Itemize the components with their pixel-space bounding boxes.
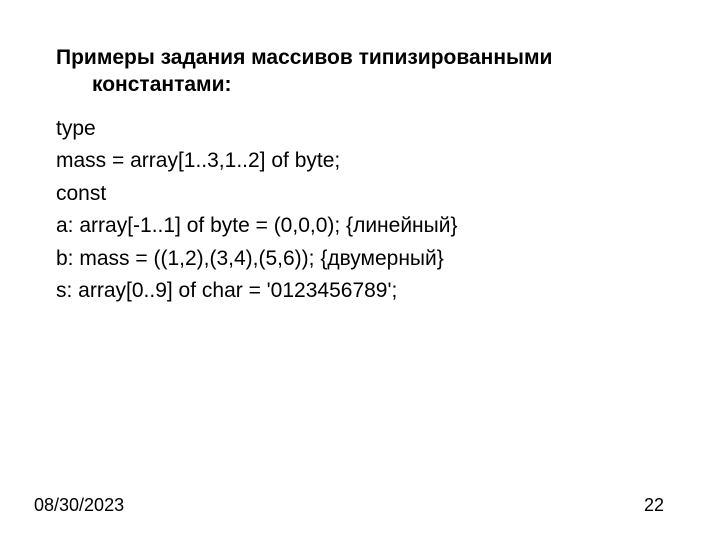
code-line-2: mass = array[1..3,1..2] of byte;	[56, 145, 664, 178]
heading-line-1: Примеры задания массивов типизированными	[56, 46, 552, 69]
code-line-5: b: mass = ((1,2),(3,4),(5,6)); {двумерны…	[56, 243, 664, 276]
footer-page-number: 22	[644, 495, 664, 516]
code-line-4: a: array[-1..1] of byte = (0,0,0); {лине…	[56, 210, 664, 243]
code-line-3: const	[56, 178, 664, 211]
code-line-6: s: array[0..9] of char = '0123456789';	[56, 275, 664, 308]
footer-date: 08/30/2023	[34, 495, 124, 516]
code-line-1: type	[56, 113, 664, 146]
slide-heading: Примеры задания массивов типизированными…	[56, 44, 664, 99]
slide: Примеры задания массивов типизированными…	[0, 0, 720, 540]
heading-line-2: константами:	[56, 71, 664, 98]
slide-footer: 08/30/2023 22	[0, 495, 720, 516]
